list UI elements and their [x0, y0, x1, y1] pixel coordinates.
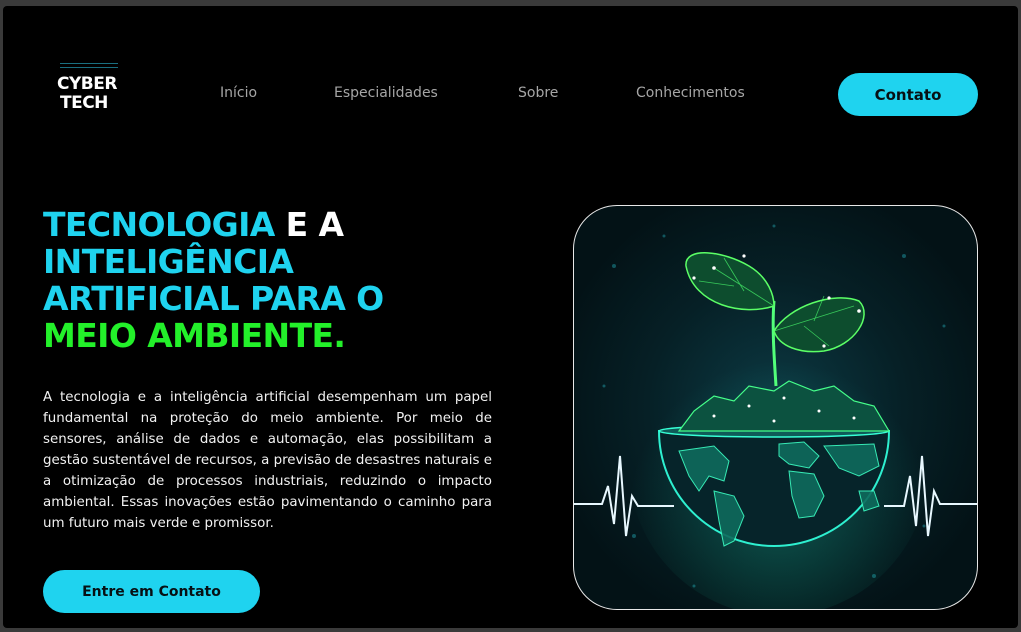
- hero-description: A tecnologia e a inteligência artificial…: [43, 390, 492, 531]
- title-word-inteligencia: INTELIGÊNCIA: [43, 242, 294, 281]
- contact-button[interactable]: Contato: [838, 73, 978, 116]
- nav-especialidades[interactable]: Especialidades: [334, 85, 438, 101]
- logo-circuit-lines: [60, 63, 118, 68]
- nav-conhecimentos[interactable]: Conhecimentos: [636, 85, 745, 101]
- logo-line1: CYBER: [57, 74, 117, 94]
- title-word-tecnologia: TECNOLOGIA: [43, 205, 275, 244]
- plant-globe-heartbeat-illustration: [573, 205, 978, 610]
- title-word-meio-ambiente: MEIO AMBIENTE.: [43, 316, 346, 355]
- logo-line2: TECH: [60, 93, 108, 113]
- cta-contact-button[interactable]: Entre em Contato: [43, 570, 260, 613]
- logo[interactable]: CYBER TECH: [55, 62, 127, 130]
- title-word-e-a: E A: [274, 205, 344, 244]
- page: CYBER TECH Início Especialidades Sobre C…: [3, 6, 1018, 628]
- nav-inicio[interactable]: Início: [220, 85, 257, 101]
- title-word-artificial: ARTIFICIAL PARA O: [43, 279, 384, 318]
- nav-sobre[interactable]: Sobre: [518, 85, 558, 101]
- hero-title: TECNOLOGIA E A INTELIGÊNCIA ARTIFICIAL P…: [43, 206, 463, 354]
